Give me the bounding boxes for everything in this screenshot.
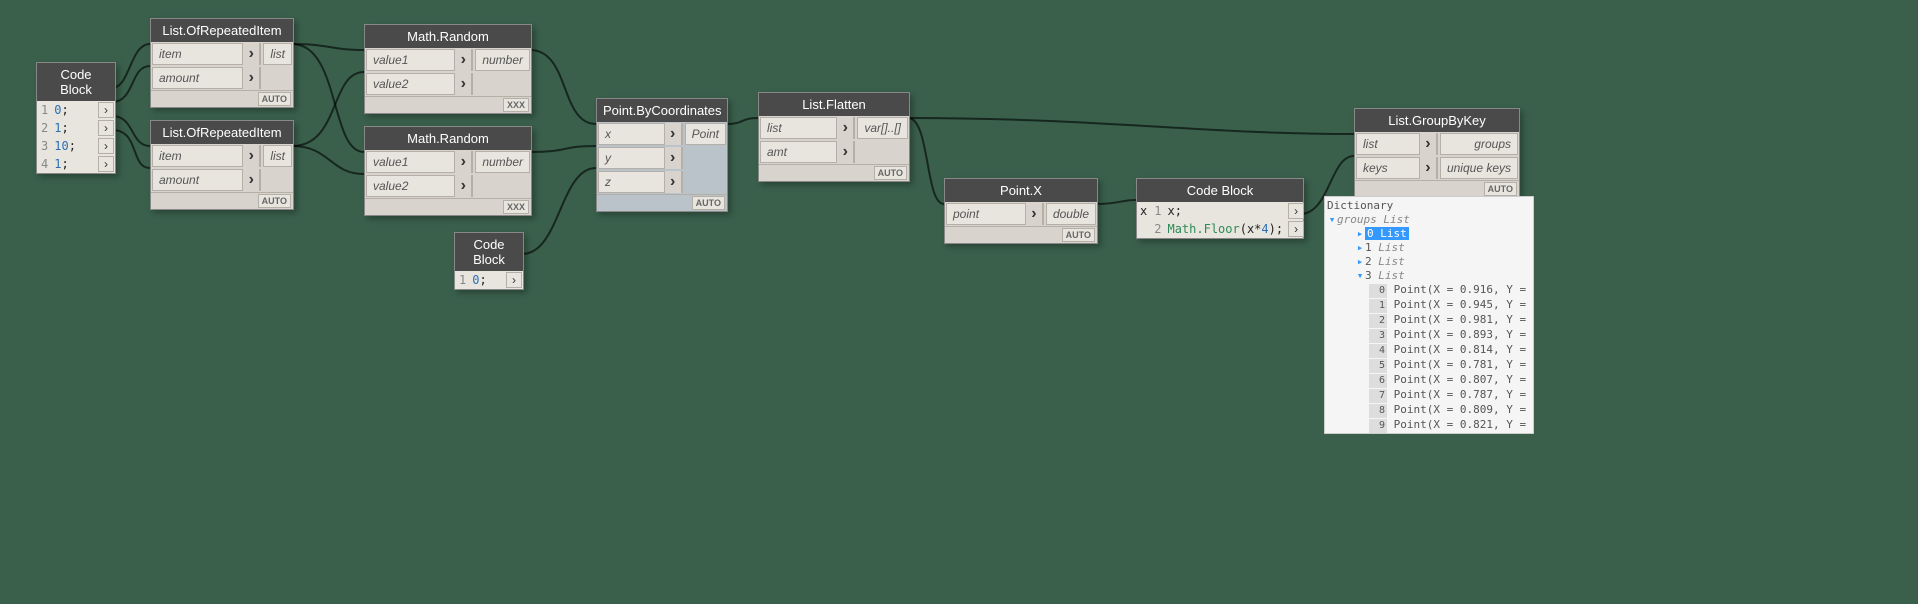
out-port-list[interactable]: list: [263, 145, 292, 167]
chevron-icon: [242, 67, 260, 89]
in-port-x[interactable]: x: [1137, 202, 1150, 220]
in-port-value1[interactable]: value1: [366, 151, 473, 173]
out-port[interactable]: [98, 138, 114, 154]
node-title: Point.ByCoordinates: [597, 99, 727, 122]
node-title: Code Block: [37, 63, 115, 101]
chevron-icon: [454, 49, 472, 71]
in-port-value2[interactable]: value2: [366, 175, 473, 197]
out-port[interactable]: [506, 272, 522, 288]
expand-icon[interactable]: ▾: [1327, 213, 1337, 227]
chevron-icon: [242, 169, 260, 191]
out-port[interactable]: [98, 102, 114, 118]
in-port-value1[interactable]: value1: [366, 49, 473, 71]
in-port-amt[interactable]: amt: [760, 141, 855, 163]
chevron-icon: [664, 147, 682, 169]
chevron-icon: [664, 171, 682, 193]
node-title: Math.Random: [365, 127, 531, 150]
auto-tag: AUTO: [258, 92, 291, 106]
chevron-icon: [242, 145, 260, 167]
watch-preview[interactable]: Dictionary ▾groups List ▸0 List ▸1 List …: [1324, 196, 1534, 434]
node-title: Math.Random: [365, 25, 531, 48]
node-title: List.GroupByKey: [1355, 109, 1519, 132]
in-port-item[interactable]: item: [152, 145, 261, 167]
expand-icon[interactable]: ▾: [1355, 269, 1365, 283]
in-port-keys[interactable]: keys: [1356, 157, 1438, 179]
auto-tag: AUTO: [258, 194, 291, 208]
chevron-icon: [454, 175, 472, 197]
node-point-x[interactable]: Point.X point double AUTO: [944, 178, 1098, 244]
out-port-number[interactable]: number: [475, 151, 530, 173]
node-title: List.OfRepeatedItem: [151, 121, 293, 144]
out-port-list[interactable]: list: [263, 43, 292, 65]
out-port-point[interactable]: Point: [685, 123, 726, 145]
out-port[interactable]: [1288, 203, 1304, 219]
in-port-value2[interactable]: value2: [366, 73, 473, 95]
auto-tag: AUTO: [692, 196, 725, 210]
node-math-random-1[interactable]: Math.Random value1 value2 number XXX: [364, 24, 532, 114]
chevron-icon: [1419, 133, 1437, 155]
chevron-icon: [454, 151, 472, 173]
node-title: Code Block: [455, 233, 523, 271]
auto-tag: AUTO: [1484, 182, 1517, 196]
chevron-icon: [242, 43, 260, 65]
expand-icon[interactable]: ▸: [1355, 227, 1365, 241]
list-item[interactable]: 0 Point(X = 0.916, Y = 0.186, Z: [1327, 283, 1531, 298]
chevron-icon: [664, 123, 682, 145]
lacing-tag: XXX: [503, 200, 529, 214]
chevron-icon: [1419, 157, 1437, 179]
in-port-item[interactable]: item: [152, 43, 261, 65]
node-code-block-3[interactable]: Code Block x 1x; 2Math.Floor(x*4);: [1136, 178, 1304, 239]
node-code-block-1[interactable]: Code Block 10; 21; 310; 41;: [36, 62, 116, 174]
node-title: Point.X: [945, 179, 1097, 202]
out-port[interactable]: [1288, 221, 1304, 237]
node-math-random-2[interactable]: Math.Random value1 value2 number XXX: [364, 126, 532, 216]
expand-icon[interactable]: ▸: [1355, 241, 1365, 255]
list-item[interactable]: 5 Point(X = 0.781, Y = 0.158, Z: [1327, 358, 1531, 373]
in-port-amount[interactable]: amount: [152, 169, 261, 191]
in-port-z[interactable]: z: [598, 171, 683, 193]
in-port-x[interactable]: x: [598, 123, 683, 145]
in-port-point[interactable]: point: [946, 203, 1044, 225]
node-title: List.OfRepeatedItem: [151, 19, 293, 42]
chevron-icon: [836, 141, 854, 163]
list-item[interactable]: 1 Point(X = 0.945, Y = 0.035, Z: [1327, 298, 1531, 313]
in-port-amount[interactable]: amount: [152, 67, 261, 89]
node-point-bycoordinates[interactable]: Point.ByCoordinates x y z Point AUTO: [596, 98, 728, 212]
in-port-y[interactable]: y: [598, 147, 683, 169]
lacing-tag: XXX: [503, 98, 529, 112]
in-port-list[interactable]: list: [760, 117, 855, 139]
chevron-icon: [454, 73, 472, 95]
out-port-uniquekeys[interactable]: unique keys: [1440, 157, 1518, 179]
in-port-list[interactable]: list: [1356, 133, 1438, 155]
node-list-groupbykey[interactable]: List.GroupByKey list keys groups unique …: [1354, 108, 1520, 198]
list-item[interactable]: 3 Point(X = 0.893, Y = 0.709, Z: [1327, 328, 1531, 343]
out-port[interactable]: [98, 156, 114, 172]
out-port[interactable]: [98, 120, 114, 136]
out-port-groups[interactable]: groups: [1440, 133, 1518, 155]
expand-icon[interactable]: ▸: [1355, 255, 1365, 269]
list-item[interactable]: 9 Point(X = 0.821, Y = 0.877, Z: [1327, 418, 1531, 433]
list-item[interactable]: 8 Point(X = 0.809, Y = 0.867, Z: [1327, 403, 1531, 418]
list-item[interactable]: 10 Point(X = 0.986, Y = 0.424, Z: [1327, 433, 1531, 434]
node-list-ofrepeateditem-2[interactable]: List.OfRepeatedItem item amount list AUT…: [150, 120, 294, 210]
node-title: Code Block: [1137, 179, 1303, 202]
chevron-icon: [1025, 203, 1043, 225]
chevron-icon: [836, 117, 854, 139]
node-title: List.Flatten: [759, 93, 909, 116]
list-item[interactable]: 7 Point(X = 0.787, Y = 0.499, Z: [1327, 388, 1531, 403]
list-item[interactable]: 6 Point(X = 0.807, Y = 0.906, Z: [1327, 373, 1531, 388]
node-code-block-2[interactable]: Code Block 10;: [454, 232, 524, 290]
auto-tag: AUTO: [1062, 228, 1095, 242]
out-port-number[interactable]: number: [475, 49, 530, 71]
list-item[interactable]: 2 Point(X = 0.981, Y = 0.508, Z: [1327, 313, 1531, 328]
list-item[interactable]: 4 Point(X = 0.814, Y = 0.939, Z: [1327, 343, 1531, 358]
node-list-ofrepeateditem-1[interactable]: List.OfRepeatedItem item amount list AUT…: [150, 18, 294, 108]
out-port-double[interactable]: double: [1046, 203, 1096, 225]
out-port-var[interactable]: var[]..[]: [857, 117, 908, 139]
auto-tag: AUTO: [874, 166, 907, 180]
node-list-flatten[interactable]: List.Flatten list amt var[]..[] AUTO: [758, 92, 910, 182]
